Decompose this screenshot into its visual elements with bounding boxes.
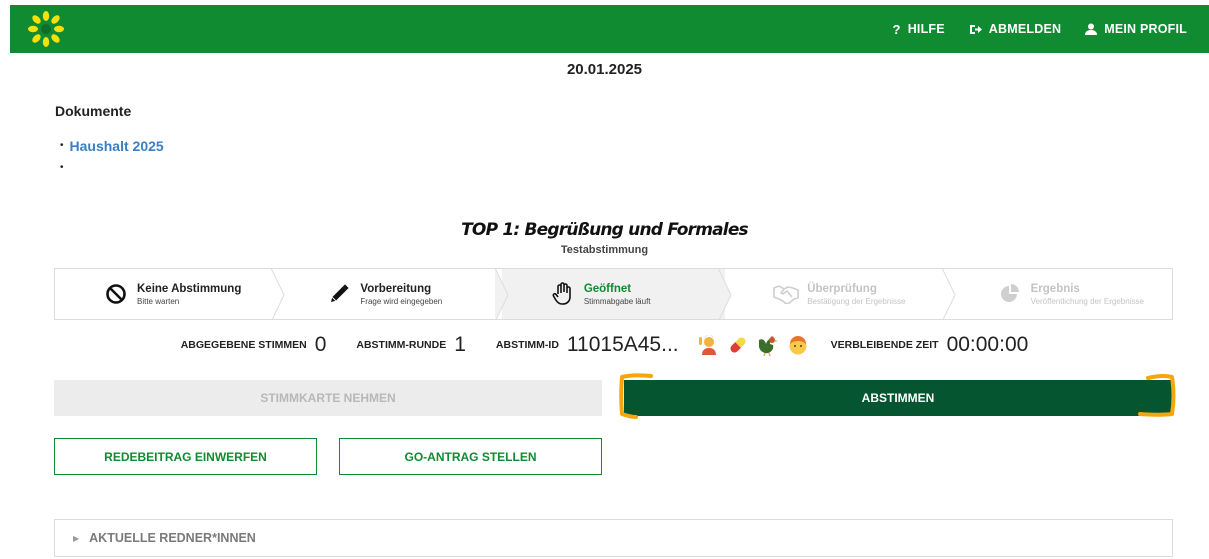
face-icon	[787, 334, 809, 356]
help-link[interactable]: ? HILFE	[893, 22, 945, 37]
step-ergebnis: Ergebnis Veröffentlichung der Ergebnisse	[948, 269, 1172, 319]
step-ueberpruefung: Überprüfung Bestätigung der Ergebnisse	[725, 269, 956, 319]
hand-icon	[550, 281, 576, 307]
step-title: Geöffnet	[583, 282, 632, 295]
current-speakers-panel[interactable]: ▶ AKTUELLE REDNER*INNEN	[54, 519, 1173, 557]
meeting-date: 20.01.2025	[566, 61, 643, 78]
vote-id-label: ABSTIMM-ID	[495, 339, 559, 351]
person-raising-hand-icon	[697, 334, 719, 356]
documents-heading: Dokumente	[55, 103, 132, 119]
sunflower-logo-icon[interactable]	[28, 11, 64, 47]
help-label: HILFE	[907, 22, 945, 36]
step-divider	[941, 269, 956, 319]
pie-chart-icon	[997, 281, 1023, 307]
step-subtitle: Veröffentlichung der Ergebnisse	[1030, 296, 1144, 306]
pencil-icon	[326, 281, 352, 307]
step-title: Vorbereitung	[360, 282, 432, 295]
round-label: ABSTIMM-RUNDE	[356, 339, 447, 351]
votes-cast-value: 0	[314, 333, 327, 356]
step-vorbereitung: Vorbereitung Frage wird eingegeben	[278, 269, 509, 319]
vote-id-value: 11015A45...	[566, 333, 679, 356]
speech-contribution-button[interactable]: REDEBEITRAG EINWERFEN	[54, 438, 317, 475]
no-entry-icon	[103, 281, 129, 307]
logout-icon	[969, 24, 982, 35]
step-title: Ergebnis	[1030, 282, 1080, 295]
take-ballot-button[interactable]: STIMMKARTE NEHMEN	[54, 380, 602, 416]
handshake-icon	[773, 281, 800, 307]
step-keine-abstimmung: Keine Abstimmung Bitte warten	[55, 269, 285, 319]
step-divider	[718, 269, 732, 319]
pill-icon	[727, 334, 749, 356]
agenda-title: TOP 1: Begrüßung und Formales	[461, 220, 749, 240]
votes-cast-label: ABGEGEBENE STIMMEN	[180, 339, 307, 351]
document-link-haushalt[interactable]: Haushalt 2025	[70, 137, 164, 155]
logout-label: ABMELDEN	[988, 22, 1062, 36]
vote-button[interactable]: ABSTIMMEN	[624, 380, 1172, 416]
profile-label: MEIN PROFIL	[1104, 22, 1187, 36]
step-title: Überprüfung	[807, 282, 877, 295]
step-subtitle: Bestätigung der Ergebnisse	[807, 296, 906, 306]
rooster-icon	[757, 334, 779, 356]
step-divider	[271, 269, 285, 319]
bullet: •	[60, 140, 64, 151]
top-nav-menu: ? HILFE ABMELDEN MEIN PROFIL	[893, 5, 1209, 53]
step-divider	[494, 269, 509, 319]
round-value: 1	[454, 333, 466, 356]
current-speakers-label: AKTUELLE REDNER*INNEN	[89, 531, 256, 545]
bullet: •	[60, 162, 64, 173]
user-icon	[1085, 23, 1098, 35]
voting-stats-row: ABGEGEBENE STIMMEN 0 ABSTIMM-RUNDE 1 ABS…	[0, 328, 1209, 362]
list-item: •	[60, 157, 164, 179]
logout-link[interactable]: ABMELDEN	[969, 22, 1061, 36]
remaining-time-label: VERBLEIBENDE ZEIT	[830, 339, 939, 351]
step-subtitle: Stimmabgabe läuft	[583, 296, 651, 306]
vote-id-emoji-code	[697, 334, 817, 356]
documents-list: • Haushalt 2025 •	[60, 135, 164, 179]
procedural-motion-button[interactable]: GO-ANTRAG STELLEN	[339, 438, 602, 475]
question-icon: ?	[892, 21, 901, 37]
top-navigation-bar: ? HILFE ABMELDEN MEIN PROFIL	[10, 5, 1209, 53]
remaining-time-value: 00:00:00	[946, 333, 1029, 356]
step-title: Keine Abstimmung	[137, 282, 242, 295]
step-geoeffnet: Geöffnet Stimmabgabe läuft	[501, 269, 732, 319]
profile-link[interactable]: MEIN PROFIL	[1085, 22, 1187, 36]
step-subtitle: Frage wird eingegeben	[360, 296, 443, 306]
chevron-right-icon: ▶	[73, 533, 80, 543]
agenda-subtitle: Testabstimmung	[560, 244, 649, 256]
step-subtitle: Bitte warten	[137, 296, 180, 306]
list-item: • Haushalt 2025	[60, 135, 164, 157]
voting-status-steps: Keine Abstimmung Bitte warten Vorbereitu…	[54, 268, 1173, 320]
